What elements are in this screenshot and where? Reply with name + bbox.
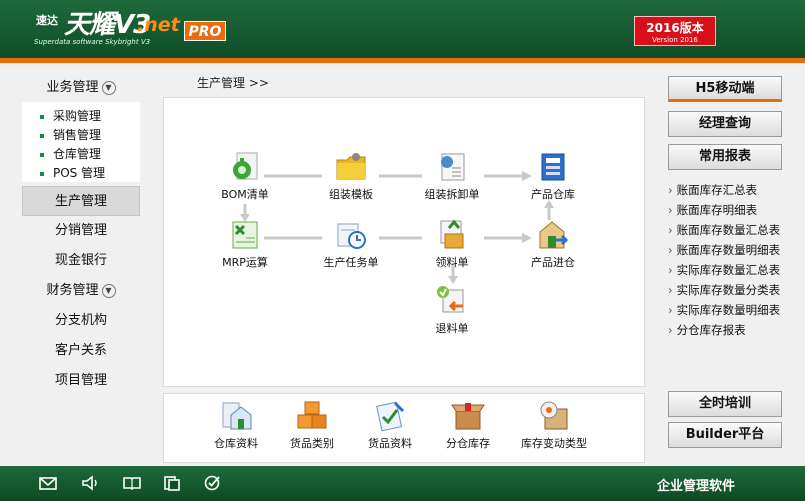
goods-data-icon <box>376 401 405 432</box>
nav-finance[interactable]: 财务管理 ▼ <box>22 276 140 306</box>
report-list: 账面库存汇总表 账面库存明细表 账面库存数量汇总表 账面库存数量明细表 实际库存… <box>668 180 798 340</box>
product-in-icon <box>539 221 569 249</box>
business-submenu: 采购管理 销售管理 仓库管理 POS 管理 <box>22 102 140 182</box>
flow-node-production-task[interactable]: 生产任务单 <box>311 218 391 270</box>
manager-query-button[interactable]: 经理查询 <box>668 111 782 137</box>
flow-node-assembly-order[interactable]: 组装拆卸单 <box>412 150 492 202</box>
bottom-goods-data[interactable]: 货品资料 <box>350 399 430 451</box>
brand-small: 速达 <box>36 14 58 27</box>
mail-icon[interactable] <box>38 474 58 492</box>
nav-finance-label: 财务管理 <box>46 283 99 298</box>
product-warehouse-icon <box>541 153 565 181</box>
nav-cash-bank[interactable]: 现金银行 <box>22 246 140 276</box>
folder-icon <box>336 153 366 180</box>
product-warehouse-label: 产品仓库 <box>531 188 575 201</box>
left-sidebar: 业务管理 ▼ 采购管理 销售管理 仓库管理 POS 管理 生产管理 分销管理 现金… <box>22 76 140 396</box>
bottom-warehouse-data[interactable]: 仓库资料 <box>196 399 276 451</box>
version-main: 2016版本 <box>646 21 704 35</box>
training-button[interactable]: 全时培训 <box>668 391 782 417</box>
flow-node-material-return[interactable]: 退料单 <box>412 284 492 336</box>
assembly-template-label: 组装模板 <box>329 188 373 201</box>
production-task-label: 生产任务单 <box>323 256 379 269</box>
product-in-label: 产品进仓 <box>531 256 575 269</box>
version-badge: 2016版本 Version 2016 <box>634 16 716 46</box>
nav-purchase[interactable]: 采购管理 <box>40 107 140 126</box>
flow-node-product-in[interactable]: 产品进仓 <box>513 218 593 270</box>
nav-business-label: 业务管理 <box>46 80 99 95</box>
bottom-stock-change-type[interactable]: 库存变动类型 <box>514 399 594 451</box>
footer-title: 企业管理软件 <box>657 479 736 494</box>
nav-warehouse[interactable]: 仓库管理 <box>40 145 140 164</box>
warehouse-data-icon <box>222 402 252 430</box>
check-circle-icon[interactable] <box>202 474 222 492</box>
base-data-panel: 仓库资料 货品类别 货品资料 分仓库存 库存变动类型 <box>163 393 645 463</box>
version-sub: Version 2016 <box>652 36 698 44</box>
stock-change-icon <box>540 401 568 430</box>
report-link[interactable]: 实际库存数量汇总表 <box>668 260 798 280</box>
goods-category-label: 货品类别 <box>290 437 334 450</box>
chevron-down-icon[interactable]: ▼ <box>101 80 116 95</box>
brand-subtitle: Superdata software Skybright V3 <box>34 38 151 46</box>
report-link[interactable]: 分仓库存报表 <box>668 320 798 340</box>
material-pick-icon <box>440 219 464 249</box>
speaker-icon[interactable] <box>80 474 100 492</box>
mrp-icon <box>232 221 258 249</box>
warehouse-data-label: 仓库资料 <box>214 437 258 450</box>
flow-node-bom[interactable]: BOM清单 <box>205 150 285 202</box>
report-link[interactable]: 账面库存明细表 <box>668 200 798 220</box>
material-return-label: 退料单 <box>435 322 469 335</box>
bottom-branch-stock[interactable]: 分仓库存 <box>428 399 508 451</box>
brand-pro-badge: PRO <box>184 21 226 41</box>
bom-icon <box>233 152 258 180</box>
goods-data-label: 货品资料 <box>368 437 412 450</box>
flow-node-material-pick[interactable]: 领料单 <box>412 218 492 270</box>
chevron-down-icon[interactable]: ▼ <box>101 283 116 298</box>
material-pick-label: 领料单 <box>435 256 469 269</box>
bottom-goods-category[interactable]: 货品类别 <box>272 399 352 451</box>
nav-project[interactable]: 项目管理 <box>22 366 140 396</box>
nav-branch[interactable]: 分支机构 <box>22 306 140 336</box>
document-stack-icon[interactable] <box>162 474 182 492</box>
branch-stock-label: 分仓库存 <box>446 437 490 450</box>
builder-platform-button[interactable]: Builder平台 <box>668 422 782 448</box>
flow-node-assembly-template[interactable]: 组装模板 <box>311 150 391 202</box>
flow-node-product-warehouse[interactable]: 产品仓库 <box>513 150 593 202</box>
clock-calendar-icon <box>337 223 366 249</box>
material-return-icon <box>437 286 464 313</box>
book-icon[interactable] <box>122 474 142 492</box>
nav-sales[interactable]: 销售管理 <box>40 126 140 145</box>
nav-customer[interactable]: 客户关系 <box>22 336 140 366</box>
stock-change-type-label: 库存变动类型 <box>521 437 587 450</box>
nav-production[interactable]: 生产管理 <box>22 186 140 216</box>
mrp-label: MRP运算 <box>222 256 268 269</box>
app-footer: 企业管理软件 <box>0 466 805 501</box>
nav-distribution[interactable]: 分销管理 <box>22 216 140 246</box>
breadcrumb: 生产管理 >> <box>197 76 269 90</box>
report-link[interactable]: 实际库存数量分类表 <box>668 280 798 300</box>
flow-node-mrp[interactable]: MRP运算 <box>205 218 285 270</box>
report-link[interactable]: 账面库存数量汇总表 <box>668 220 798 240</box>
nav-pos[interactable]: POS 管理 <box>40 164 140 183</box>
report-link[interactable]: 账面库存数量明细表 <box>668 240 798 260</box>
production-flow-panel: BOM清单 组装模板 组装拆卸单 产品仓库 MRP运算 生产任务单 领料单 产品… <box>163 97 645 387</box>
assembly-order-icon <box>441 153 465 181</box>
bom-label: BOM清单 <box>221 188 269 201</box>
header-stripe <box>0 58 805 63</box>
boxes-icon <box>297 401 327 429</box>
nav-business-mgmt[interactable]: 业务管理 ▼ <box>22 76 140 100</box>
brand-net: .net <box>137 14 180 36</box>
app-header: 速达 天耀V3 .net PRO Superdata software Skyb… <box>0 0 805 58</box>
box-open-icon <box>451 403 485 430</box>
report-link[interactable]: 账面库存汇总表 <box>668 180 798 200</box>
assembly-order-label: 组装拆卸单 <box>424 188 480 201</box>
report-link[interactable]: 实际库存数量明细表 <box>668 300 798 320</box>
h5-mobile-button[interactable]: H5移动端 <box>668 76 782 102</box>
common-reports-button[interactable]: 常用报表 <box>668 144 782 170</box>
